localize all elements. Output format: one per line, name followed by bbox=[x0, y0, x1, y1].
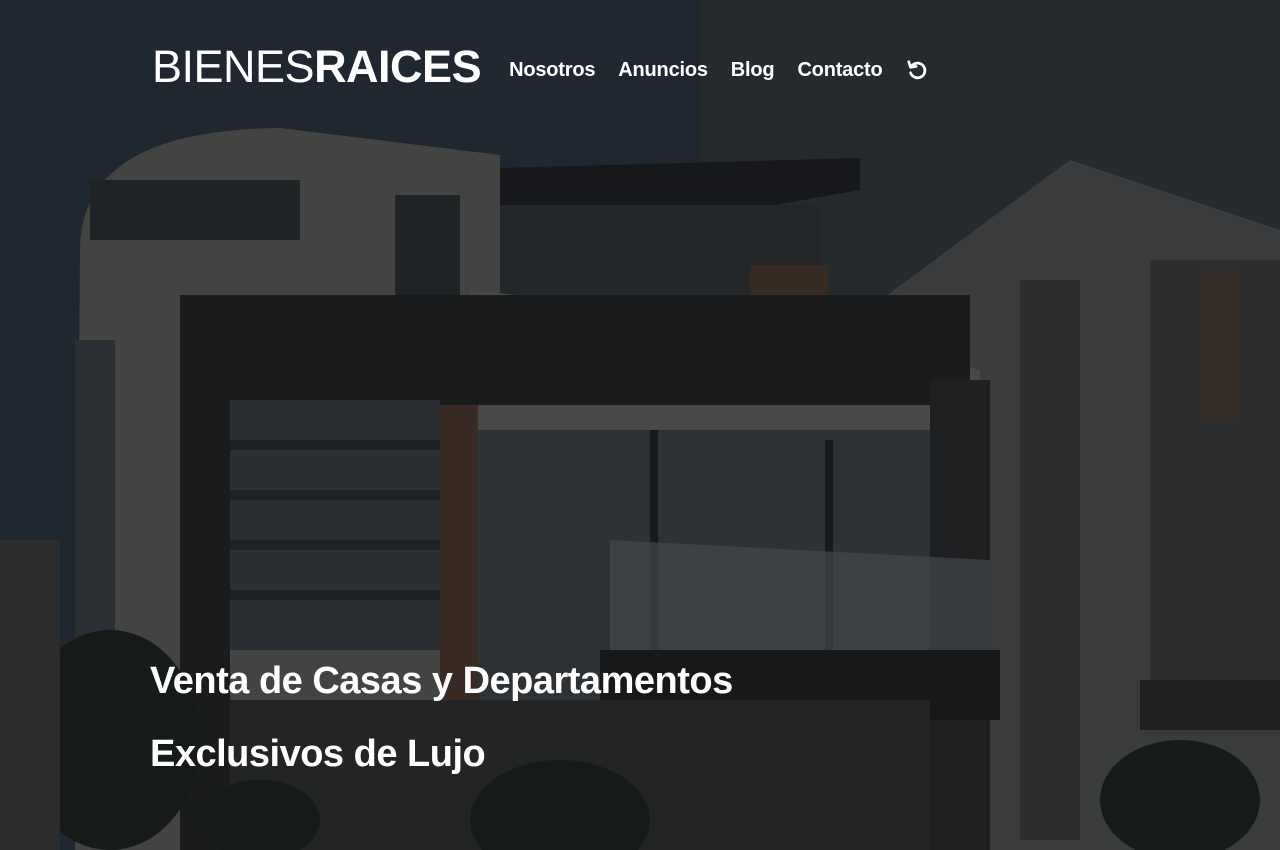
main-navigation: Nosotros Anuncios Blog Contacto bbox=[509, 57, 929, 83]
hero-section: BIENESRAICES Nosotros Anuncios Blog Cont… bbox=[0, 0, 1280, 850]
hero-heading-line-1: Venta de Casas y Departamentos bbox=[150, 660, 733, 702]
nav-link-blog[interactable]: Blog bbox=[731, 59, 775, 82]
logo-light-text: BIENES bbox=[152, 41, 315, 92]
site-logo[interactable]: BIENESRAICES bbox=[152, 40, 482, 94]
site-header: BIENESRAICES Nosotros Anuncios Blog Cont… bbox=[152, 40, 930, 94]
nav-link-contacto[interactable]: Contacto bbox=[797, 59, 882, 82]
hero-heading: Venta de Casas y Departamentos Exclusivo… bbox=[150, 645, 850, 791]
nav-link-nosotros[interactable]: Nosotros bbox=[509, 59, 595, 82]
logo-bold-text: RAICES bbox=[314, 41, 482, 92]
hero-heading-line-2: Exclusivos de Lujo bbox=[150, 733, 486, 775]
refresh-icon[interactable] bbox=[904, 57, 930, 83]
nav-link-anuncios[interactable]: Anuncios bbox=[618, 59, 708, 82]
